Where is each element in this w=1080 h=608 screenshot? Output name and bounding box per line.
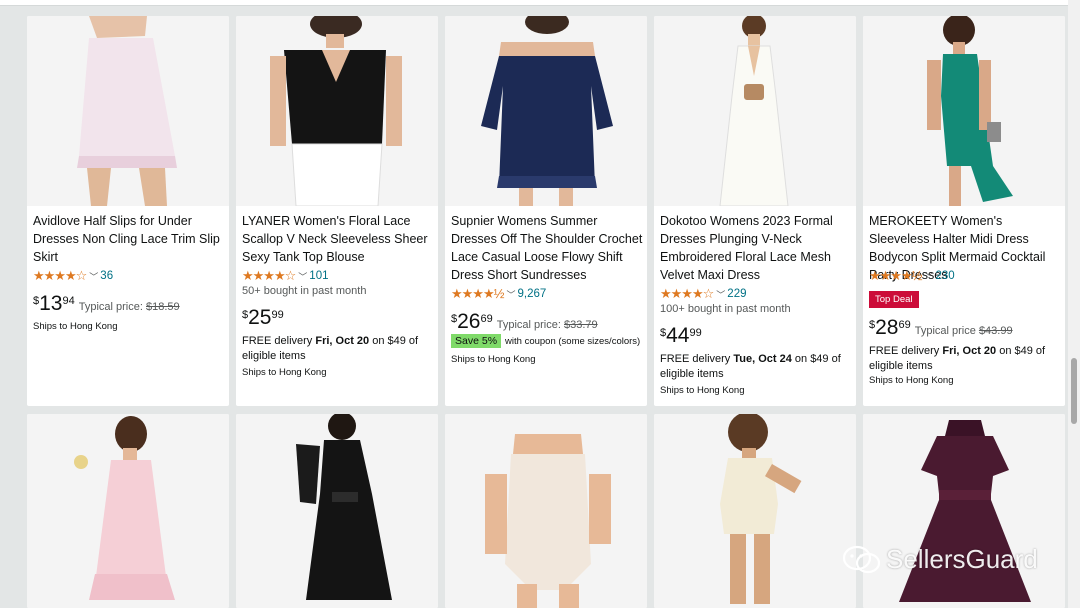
rating-count[interactable]: 101 bbox=[309, 270, 328, 282]
price-whole: 44 bbox=[666, 324, 690, 347]
product-card-2[interactable]: LYANER Women's Floral Lace Scallop V Nec… bbox=[236, 16, 438, 406]
chevron-down-icon[interactable]: ﹀ bbox=[716, 288, 725, 301]
coupon-text: with coupon (some sizes/colors) bbox=[505, 335, 641, 347]
product-card-5[interactable]: MEROKEETY Women's Sleeveless Halter Midi… bbox=[863, 16, 1065, 406]
price-fraction: 99 bbox=[271, 309, 284, 321]
product-image[interactable] bbox=[27, 414, 229, 608]
delivery-info: FREE delivery Tue, Oct 24 on $49 of elig… bbox=[660, 353, 841, 380]
product-card-3[interactable]: Supnier Womens Summer Dresses Off The Sh… bbox=[445, 16, 647, 406]
star-rating-icon[interactable]: ★★★★☆ bbox=[660, 286, 714, 302]
product-image[interactable] bbox=[863, 16, 1065, 206]
price-whole: 25 bbox=[248, 306, 272, 329]
product-image[interactable] bbox=[445, 16, 647, 206]
price-fraction: 69 bbox=[898, 319, 911, 331]
rating-count[interactable]: 9,267 bbox=[517, 288, 546, 300]
rating[interactable]: ★★★★☆ ﹀ 101 bbox=[242, 268, 328, 284]
product-image[interactable] bbox=[654, 414, 856, 608]
product-card-10[interactable] bbox=[863, 414, 1065, 608]
star-rating-icon[interactable]: ★★★★½ bbox=[869, 268, 922, 284]
watermark-text: SellersGuard bbox=[886, 544, 1038, 574]
product-title[interactable]: Supnier Womens Summer Dresses Off The Sh… bbox=[451, 212, 643, 284]
ships-to: Ships to Hong Kong bbox=[660, 385, 745, 396]
vertical-scrollbar[interactable] bbox=[1068, 0, 1080, 608]
ships-to: Ships to Hong Kong bbox=[33, 321, 118, 332]
price-fraction: 94 bbox=[62, 295, 75, 307]
product-image[interactable] bbox=[27, 16, 229, 206]
price-fraction: 69 bbox=[480, 313, 493, 325]
coupon[interactable]: Save 5% with coupon (some sizes/colors) bbox=[451, 334, 640, 348]
product-card-9[interactable] bbox=[654, 414, 856, 608]
price-whole: 26 bbox=[457, 310, 481, 333]
wechat-icon bbox=[842, 545, 882, 575]
delivery-info: FREE delivery Fri, Oct 20 on $49 of elig… bbox=[869, 345, 1046, 372]
chevron-down-icon[interactable]: ﹀ bbox=[89, 270, 98, 283]
product-image[interactable] bbox=[863, 414, 1065, 608]
product-image[interactable] bbox=[236, 16, 438, 206]
rating-count[interactable]: 230 bbox=[935, 270, 954, 282]
product-image[interactable] bbox=[654, 16, 856, 206]
typical-price: Typical price $43.99 bbox=[914, 325, 1013, 337]
typical-price: Typical price: $18.59 bbox=[78, 301, 180, 313]
product-title[interactable]: Avidlove Half Slips for Under Dresses No… bbox=[33, 212, 225, 266]
chevron-down-icon[interactable]: ﹀ bbox=[924, 270, 933, 283]
price-whole: 13 bbox=[39, 292, 63, 315]
product-card-7[interactable] bbox=[236, 414, 438, 608]
product-image[interactable] bbox=[236, 414, 438, 608]
ships-to: Ships to Hong Kong bbox=[869, 375, 954, 386]
save-badge[interactable]: Save 5% bbox=[451, 334, 502, 348]
rating[interactable]: ★★★★☆ ﹀ 229 bbox=[660, 286, 746, 302]
product-title[interactable]: Dokotoo Womens 2023 Formal Dresses Plung… bbox=[660, 212, 852, 284]
rating-count[interactable]: 229 bbox=[727, 288, 746, 300]
star-rating-icon[interactable]: ★★★★½ bbox=[451, 286, 504, 302]
scrollbar-thumb[interactable] bbox=[1071, 358, 1077, 424]
top-edge bbox=[0, 0, 1068, 6]
product-title[interactable]: LYANER Women's Floral Lace Scallop V Nec… bbox=[242, 212, 434, 266]
price-fraction: 99 bbox=[689, 327, 702, 339]
star-rating-icon[interactable]: ★★★★☆ bbox=[242, 268, 296, 284]
price[interactable]: $ 44 99 bbox=[660, 324, 702, 348]
product-image[interactable] bbox=[445, 414, 647, 608]
rating[interactable]: ★★★★☆ ﹀ 36 bbox=[33, 268, 113, 284]
product-card-4[interactable]: Dokotoo Womens 2023 Formal Dresses Plung… bbox=[654, 16, 856, 406]
price[interactable]: $ 28 69 Typical price $43.99 bbox=[869, 316, 1013, 340]
price[interactable]: $ 26 69 Typical price: $33.79 bbox=[451, 310, 598, 334]
ships-to: Ships to Hong Kong bbox=[451, 354, 536, 365]
product-card-1[interactable]: Avidlove Half Slips for Under Dresses No… bbox=[27, 16, 229, 406]
price-whole: 28 bbox=[875, 316, 899, 339]
star-rating-icon[interactable]: ★★★★☆ bbox=[33, 268, 87, 284]
bought-count: 100+ bought in past month bbox=[660, 303, 791, 315]
product-card-8[interactable] bbox=[445, 414, 647, 608]
sellersguard-watermark: SellersGuard bbox=[842, 544, 1038, 575]
rating[interactable]: ★★★★½ ﹀ 9,267 bbox=[451, 286, 546, 302]
rating-count[interactable]: 36 bbox=[100, 270, 113, 282]
price[interactable]: $ 13 94 Typical price: $18.59 bbox=[33, 292, 180, 316]
typical-price: Typical price: $33.79 bbox=[496, 319, 598, 331]
chevron-down-icon[interactable]: ﹀ bbox=[506, 288, 515, 301]
product-card-6[interactable] bbox=[27, 414, 229, 608]
ships-to: Ships to Hong Kong bbox=[242, 367, 327, 378]
price[interactable]: $ 25 99 bbox=[242, 306, 284, 330]
bought-count: 50+ bought in past month bbox=[242, 285, 367, 297]
delivery-info: FREE delivery Fri, Oct 20 on $49 of elig… bbox=[242, 335, 419, 362]
rating[interactable]: ★★★★½ ﹀ 230 bbox=[869, 268, 955, 284]
chevron-down-icon[interactable]: ﹀ bbox=[298, 270, 307, 283]
top-deal-badge: Top Deal bbox=[869, 291, 919, 308]
